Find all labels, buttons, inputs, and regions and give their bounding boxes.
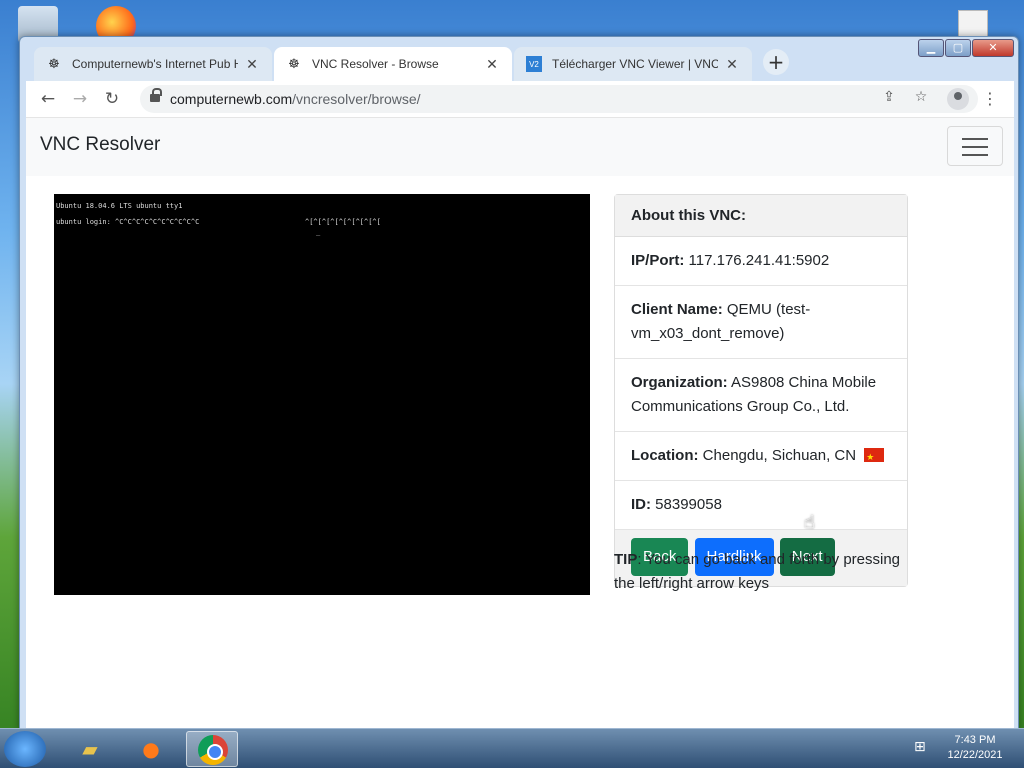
bookmark-star-icon[interactable]: ☆ bbox=[910, 89, 932, 109]
lock-icon bbox=[150, 88, 162, 104]
id-row: ID: 58399058 bbox=[615, 481, 907, 530]
close-icon[interactable]: ✕ bbox=[724, 56, 740, 73]
china-flag-icon bbox=[864, 445, 885, 469]
network-icon[interactable]: ⊞ bbox=[914, 739, 926, 755]
close-icon[interactable]: ✕ bbox=[484, 56, 500, 73]
url-text: computernewb.com/vncresolver/browse/ bbox=[170, 91, 421, 107]
clock-time: 7:43 PM bbox=[954, 734, 996, 746]
tab-strip: ☸ Computernewb's Internet Pub H ✕ ☸ VNC … bbox=[20, 37, 1018, 81]
tip-label: TIP bbox=[614, 551, 638, 568]
reload-icon[interactable]: ↻ bbox=[100, 87, 124, 111]
client-name-label: Client Name: bbox=[631, 301, 723, 318]
minimize-button[interactable]: ▁ bbox=[918, 39, 944, 57]
tab-label: VNC Resolver - Browse bbox=[312, 57, 439, 71]
new-tab-button[interactable]: + bbox=[763, 49, 789, 75]
close-window-button[interactable]: ✕ bbox=[972, 39, 1014, 57]
system-clock[interactable]: 7:43 PM 12/22/2021 bbox=[940, 733, 1010, 763]
back-arrow-icon[interactable]: ← bbox=[36, 87, 60, 111]
url-path: /vncresolver/browse/ bbox=[292, 91, 421, 107]
client-name-row: Client Name: QEMU (test-vm_x03_dont_remo… bbox=[615, 286, 907, 359]
chrome-taskbar-icon[interactable] bbox=[186, 731, 238, 767]
location-label: Location: bbox=[631, 447, 699, 464]
location-row: Location: Chengdu, Sichuan, CN bbox=[615, 432, 907, 481]
menu-kebab-icon[interactable]: ⋮ bbox=[982, 87, 998, 111]
vnc-cursor: _ bbox=[316, 228, 321, 236]
chrome-logo-icon bbox=[198, 735, 228, 765]
site-brand[interactable]: VNC Resolver bbox=[40, 134, 160, 156]
maximize-button[interactable]: ▢ bbox=[945, 39, 971, 57]
clock-date: 12/22/2021 bbox=[947, 749, 1003, 761]
url-domain: computernewb.com bbox=[170, 91, 293, 107]
ip-port-row: IP/Port: 117.176.241.41:5902 bbox=[615, 237, 907, 286]
hand-cursor-icon: ☝ bbox=[804, 512, 815, 533]
vnc-screenshot: Ubuntu 18.04.6 LTS ubuntu tty1 ubuntu lo… bbox=[54, 194, 590, 595]
organization-label: Organization: bbox=[631, 374, 728, 391]
vnc-text-line: Ubuntu 18.04.6 LTS ubuntu tty1 bbox=[56, 202, 183, 210]
profile-icon[interactable] bbox=[947, 88, 969, 110]
forward-arrow-icon[interactable]: → bbox=[68, 87, 92, 111]
page-content: VNC Resolver Ubuntu 18.04.6 LTS ubuntu t… bbox=[26, 117, 1014, 729]
tab-vnc-viewer[interactable]: V2 Télécharger VNC Viewer | VNC C ✕ bbox=[514, 47, 752, 81]
vnc-icon: V2 bbox=[526, 56, 542, 72]
tab-label: Computernewb's Internet Pub H bbox=[72, 57, 238, 71]
tab-label: Télécharger VNC Viewer | VNC C bbox=[552, 57, 718, 71]
hamburger-menu-icon[interactable] bbox=[947, 126, 1003, 166]
vnc-text-line: ubuntu login: ^C^C^C^C^C^C^C^C^C^C bbox=[56, 218, 200, 226]
computernewb-icon: ☸ bbox=[48, 56, 60, 71]
vnc-text-line: ^[^[^[^[^[^[^[^[^[ bbox=[305, 218, 381, 226]
tip-body: : You can go back and forth by pressing … bbox=[614, 551, 901, 592]
tab-computernewb-pub[interactable]: ☸ Computernewb's Internet Pub H ✕ bbox=[34, 47, 272, 81]
firefox-taskbar-icon[interactable]: ● bbox=[125, 731, 177, 767]
tab-vnc-resolver[interactable]: ☸ VNC Resolver - Browse ✕ bbox=[274, 47, 512, 81]
tip-text: TIP: You can go back and forth by pressi… bbox=[614, 548, 914, 596]
location-value: Chengdu, Sichuan, CN bbox=[702, 447, 857, 464]
organization-row: Organization: AS9808 China Mobile Commun… bbox=[615, 359, 907, 432]
id-label: ID: bbox=[631, 496, 651, 513]
close-icon[interactable]: ✕ bbox=[244, 56, 260, 73]
ip-port-value: 117.176.241.41:5902 bbox=[688, 252, 830, 269]
browser-window: ☸ Computernewb's Internet Pub H ✕ ☸ VNC … bbox=[19, 36, 1019, 732]
browser-toolbar: ← → ↻ computernewb.com/vncresolver/brows… bbox=[26, 81, 1014, 117]
computernewb-icon: ☸ bbox=[288, 56, 300, 71]
taskbar: ▰ ● ⊞ 7:43 PM 12/22/2021 bbox=[0, 728, 1024, 768]
file-explorer-icon[interactable]: ▰ bbox=[64, 731, 116, 767]
start-button[interactable] bbox=[4, 731, 46, 767]
vnc-info-card: About this VNC: IP/Port: 117.176.241.41:… bbox=[614, 194, 908, 587]
id-value: 58399058 bbox=[655, 496, 722, 513]
address-bar[interactable]: computernewb.com/vncresolver/browse/ ⇪ ☆ bbox=[140, 85, 978, 113]
site-navbar: VNC Resolver bbox=[26, 118, 1014, 176]
card-header: About this VNC: bbox=[615, 195, 907, 237]
ip-port-label: IP/Port: bbox=[631, 252, 685, 269]
share-icon[interactable]: ⇪ bbox=[878, 89, 900, 109]
